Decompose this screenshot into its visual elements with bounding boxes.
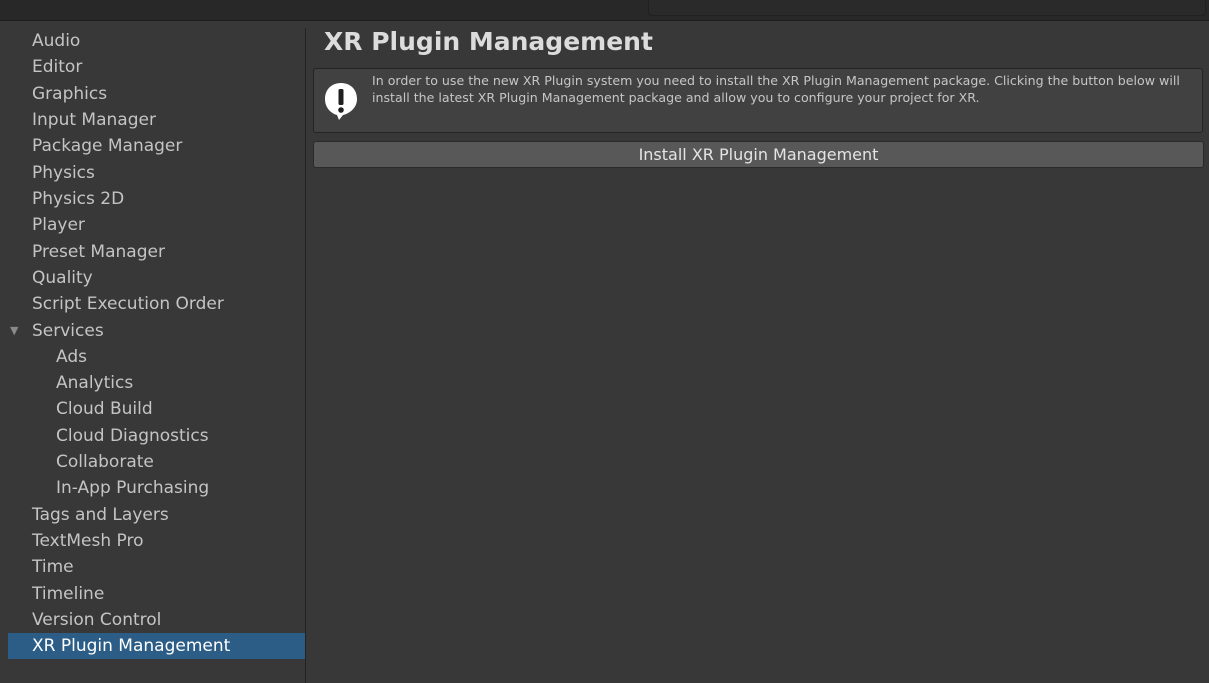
- help-message: In order to use the new XR Plugin system…: [372, 73, 1180, 105]
- sidebar-item-input-manager[interactable]: Input Manager: [8, 107, 305, 133]
- sidebar-item-time[interactable]: Time: [8, 554, 305, 580]
- sidebar-item-label: Physics 2D: [32, 189, 125, 209]
- sidebar-item-label: Graphics: [32, 84, 108, 104]
- sidebar-item-label: Player: [32, 215, 85, 235]
- sidebar-item-collaborate[interactable]: Collaborate: [8, 449, 305, 475]
- sidebar-item-label: Editor: [32, 57, 83, 77]
- sidebar-item-label: Script Execution Order: [32, 294, 224, 314]
- toolbar: [0, 0, 1209, 21]
- sidebar-item-timeline[interactable]: Timeline: [8, 581, 305, 607]
- sidebar-item-editor[interactable]: Editor: [8, 54, 305, 80]
- help-box: In order to use the new XR Plugin system…: [313, 68, 1203, 133]
- sidebar-item-cloud-diagnostics[interactable]: Cloud Diagnostics: [8, 423, 305, 449]
- sidebar-item-package-manager[interactable]: Package Manager: [8, 133, 305, 159]
- sidebar-item-label: Timeline: [32, 584, 105, 604]
- sidebar-item-tags-and-layers[interactable]: Tags and Layers: [8, 502, 305, 528]
- sidebar-item-graphics[interactable]: Graphics: [8, 81, 305, 107]
- sidebar-item-label: Tags and Layers: [32, 505, 169, 525]
- sidebar-item-label: Audio: [32, 31, 81, 51]
- sidebar-item-label: XR Plugin Management: [32, 636, 231, 656]
- sidebar-item-label: Services: [32, 321, 104, 341]
- sidebar-item-xr-plugin-management[interactable]: XR Plugin Management: [8, 633, 305, 659]
- sidebar-item-label: Physics: [32, 163, 95, 183]
- sidebar-item-audio[interactable]: Audio: [8, 28, 305, 54]
- project-settings-window: Audio Editor Graphics Input Manager Pack…: [0, 0, 1209, 683]
- settings-content: XR Plugin Management In order to use the…: [306, 21, 1209, 683]
- sidebar-item-version-control[interactable]: Version Control: [8, 607, 305, 633]
- sidebar-item-textmesh-pro[interactable]: TextMesh Pro: [8, 528, 305, 554]
- search-input[interactable]: [648, 0, 1206, 16]
- foldout-arrow-icon[interactable]: ▼: [10, 318, 18, 344]
- sidebar-item-label: Preset Manager: [32, 242, 165, 262]
- install-xr-plugin-management-button[interactable]: Install XR Plugin Management: [313, 141, 1204, 168]
- sidebar-item-label: Version Control: [32, 610, 162, 630]
- sidebar-item-label: Collaborate: [56, 452, 154, 472]
- sidebar-item-physics[interactable]: Physics: [8, 160, 305, 186]
- sidebar-item-label: Quality: [32, 268, 93, 288]
- page-title: XR Plugin Management: [324, 27, 653, 56]
- sidebar-item-in-app-purchasing[interactable]: In-App Purchasing: [8, 475, 305, 501]
- sidebar-item-services[interactable]: ▼ Services: [8, 318, 305, 344]
- sidebar-item-label: Ads: [56, 347, 87, 367]
- sidebar-item-cloud-build[interactable]: Cloud Build: [8, 396, 305, 422]
- sidebar-item-ads[interactable]: Ads: [8, 344, 305, 370]
- sidebar-item-label: TextMesh Pro: [32, 531, 144, 551]
- sidebar-item-preset-manager[interactable]: Preset Manager: [8, 239, 305, 265]
- sidebar-item-label: Cloud Build: [56, 399, 153, 419]
- sidebar-item-quality[interactable]: Quality: [8, 265, 305, 291]
- sidebar-item-script-execution-order[interactable]: Script Execution Order: [8, 291, 305, 317]
- sidebar-item-label: Package Manager: [32, 136, 183, 156]
- sidebar-item-label: Input Manager: [32, 110, 156, 130]
- sidebar-item-physics-2d[interactable]: Physics 2D: [8, 186, 305, 212]
- warning-icon: [325, 83, 357, 120]
- sidebar-item-analytics[interactable]: Analytics: [8, 370, 305, 396]
- sidebar-item-label: Cloud Diagnostics: [56, 426, 209, 446]
- sidebar-item-label: In-App Purchasing: [56, 478, 210, 498]
- sidebar-item-player[interactable]: Player: [8, 212, 305, 238]
- settings-sidebar: Audio Editor Graphics Input Manager Pack…: [8, 28, 306, 683]
- sidebar-item-label: Time: [32, 557, 74, 577]
- sidebar-item-label: Analytics: [56, 373, 134, 393]
